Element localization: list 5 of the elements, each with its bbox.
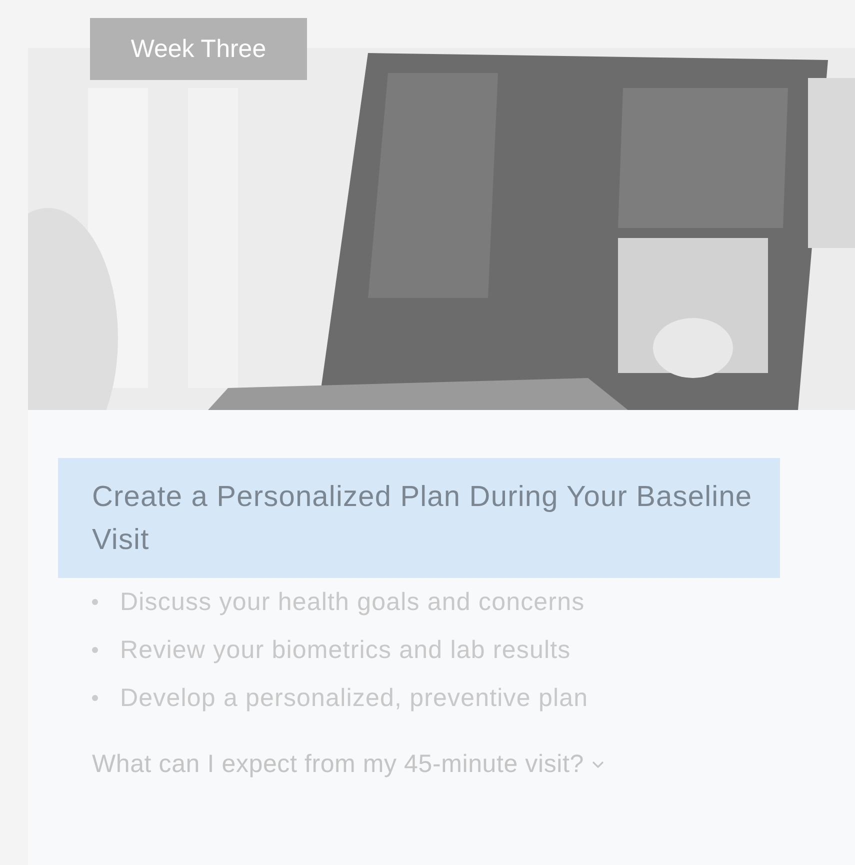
card-heading: Create a Personalized Plan During Your Baseline Visit <box>58 458 780 578</box>
bullet-icon <box>92 599 98 605</box>
bullet-icon <box>92 695 98 701</box>
week-label: Week Three <box>90 18 307 80</box>
bullet-icon <box>92 647 98 653</box>
